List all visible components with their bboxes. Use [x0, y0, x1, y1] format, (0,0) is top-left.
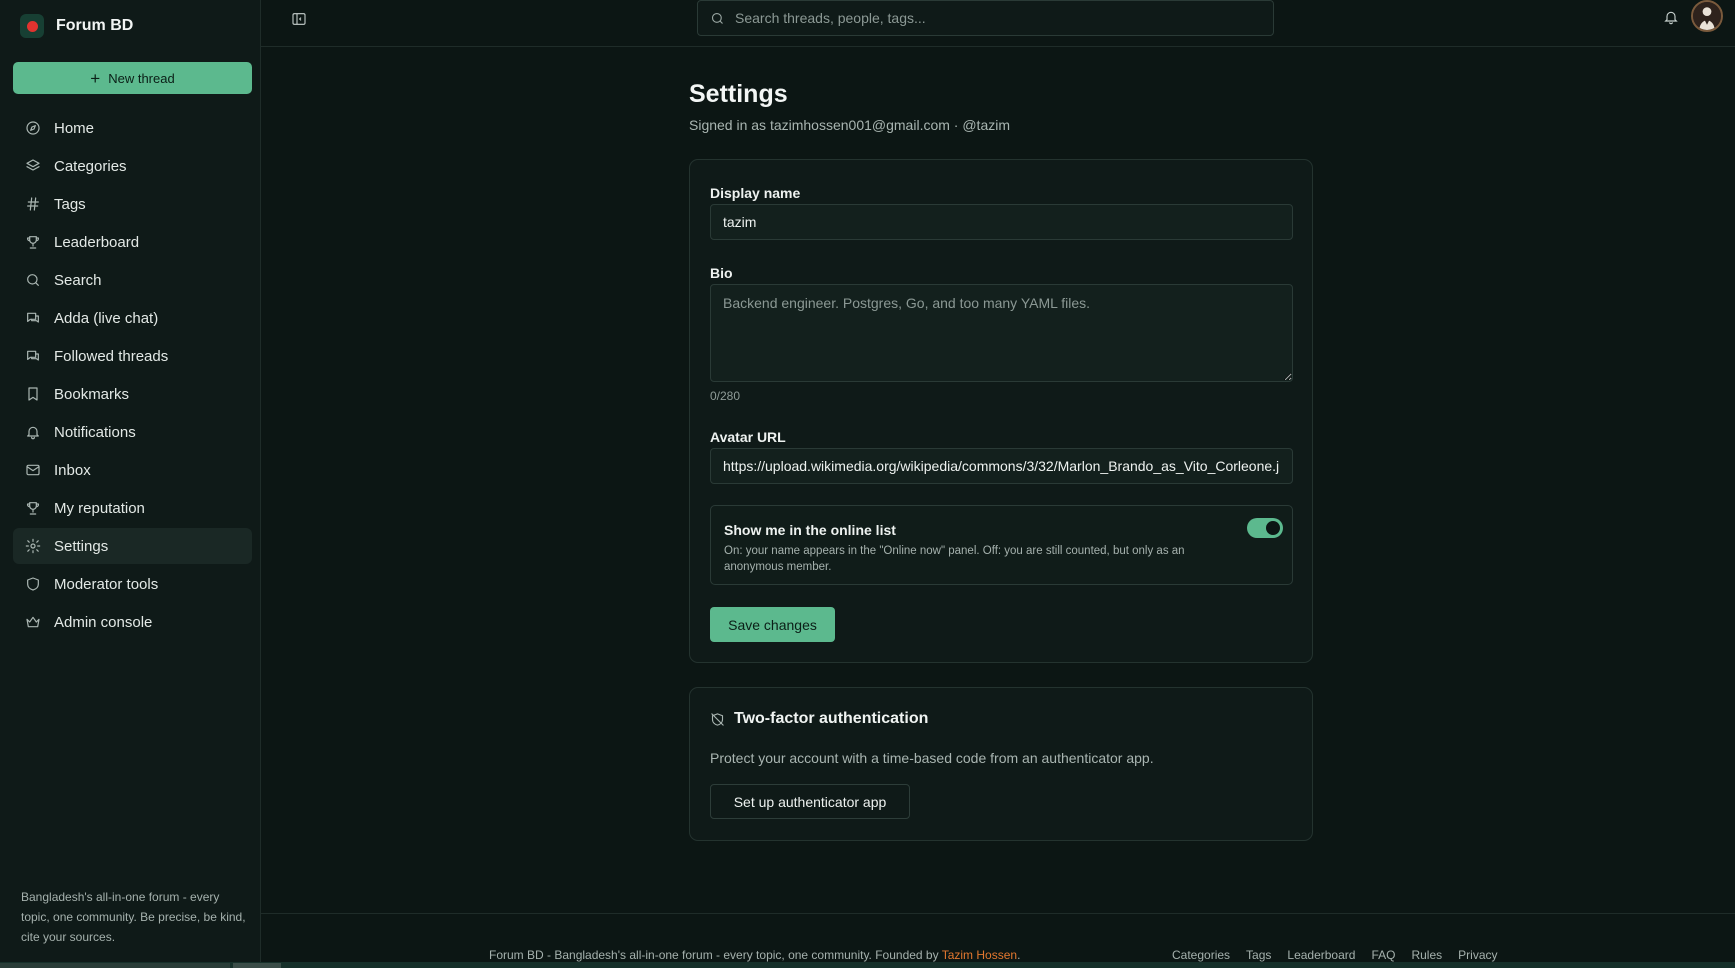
trophy-icon	[26, 236, 40, 249]
search-icon	[711, 12, 723, 24]
bio-counter: 0/280	[710, 389, 741, 403]
shield-icon	[27, 577, 39, 591]
online-list-title: Show me in the online list	[724, 522, 896, 538]
page-footer: Forum BD - Bangladesh's all-in-one forum…	[261, 913, 1735, 968]
sidebar-item-label: Settings	[54, 537, 109, 555]
footer-link-rules[interactable]: Rules	[1411, 948, 1442, 962]
search-icon	[27, 274, 39, 286]
logo-icon	[20, 14, 44, 38]
sidebar-item-label: Categories	[54, 157, 127, 175]
sidebar-item-label: My reputation	[54, 499, 145, 517]
sidebar-item-my-reputation[interactable]: My reputation	[13, 490, 252, 526]
sidebar-item-label: Home	[54, 119, 95, 137]
trophy-icon	[26, 502, 40, 515]
sidebar-item-tags[interactable]: Tags	[13, 186, 252, 222]
brand-name: Forum BD	[56, 17, 134, 34]
crown-icon	[26, 616, 40, 628]
footer-link-tags[interactable]: Tags	[1246, 948, 1271, 962]
sidebar: Forum BD + New thread Home Categories Ta…	[0, 0, 261, 968]
new-thread-button[interactable]: + New thread	[13, 62, 252, 94]
compass-icon	[26, 121, 40, 135]
footer-text-suffix: .	[1017, 948, 1021, 962]
page-title: Settings	[689, 80, 788, 108]
signed-in-text: Signed in as tazimhossen001@gmail.com · …	[689, 117, 1011, 133]
chats-icon	[27, 350, 39, 361]
sidebar-item-bookmarks[interactable]: Bookmarks	[13, 376, 252, 412]
sidebar-item-moderator-tools[interactable]: Moderator tools	[13, 566, 252, 602]
mail-icon	[26, 464, 40, 476]
sidebar-item-label: Admin console	[54, 613, 153, 631]
sidebar-item-inbox[interactable]: Inbox	[13, 452, 252, 488]
sidebar-item-home[interactable]: Home	[13, 110, 252, 146]
footer-link-categories[interactable]: Categories	[1172, 948, 1230, 962]
sidebar-item-label: Bookmarks	[54, 385, 130, 403]
layers-icon	[26, 159, 40, 171]
two-factor-title: Two-factor authentication	[734, 710, 929, 727]
save-changes-button[interactable]: Save changes	[710, 607, 835, 642]
footer-text-prefix: Forum BD - Bangladesh's all-in-one forum…	[489, 948, 942, 962]
bottom-scrollbar[interactable]	[0, 962, 1735, 968]
avatar-url-label: Avatar URL	[710, 429, 786, 445]
sidebar-item-notifications[interactable]: Notifications	[13, 414, 252, 450]
sidebar-item-settings[interactable]: Settings	[13, 528, 252, 564]
bio-field[interactable]	[710, 284, 1293, 382]
user-avatar[interactable]	[1691, 0, 1723, 32]
search-input[interactable]	[735, 10, 1255, 26]
footer-text: Forum BD - Bangladesh's all-in-one forum…	[489, 948, 1020, 962]
chat-icon	[27, 312, 39, 323]
sidebar-item-label: Followed threads	[54, 347, 169, 365]
sidebar-nav: Home Categories Tags Leaderboard Search …	[13, 110, 252, 642]
bio-label: Bio	[710, 265, 733, 281]
two-factor-description: Protect your account with a time-based c…	[710, 750, 1154, 766]
display-name-label: Display name	[710, 185, 801, 201]
sidebar-item-label: Search	[54, 271, 102, 289]
sidebar-item-label: Tags	[54, 195, 86, 213]
footer-links: Categories Tags Leaderboard FAQ Rules Pr…	[1172, 948, 1498, 962]
sidebar-item-categories[interactable]: Categories	[13, 148, 252, 184]
sidebar-item-admin-console[interactable]: Admin console	[13, 604, 252, 640]
founder-link[interactable]: Tazim Hossen	[942, 948, 1017, 962]
sidebar-item-label: Adda (live chat)	[54, 309, 159, 327]
gear-icon	[25, 538, 41, 554]
avatar-url-field[interactable]	[710, 448, 1293, 484]
online-list-toggle[interactable]	[1247, 518, 1283, 538]
new-thread-label: New thread	[108, 70, 175, 86]
footer-link-leaderboard[interactable]: Leaderboard	[1287, 948, 1355, 962]
sidebar-item-leaderboard[interactable]: Leaderboard	[13, 224, 252, 260]
two-factor-card: Two-factor authentication Protect your a…	[689, 687, 1313, 841]
profile-settings-card: Display name Bio 0/280 Avatar URL Show m…	[689, 159, 1313, 663]
sidebar-item-label: Notifications	[54, 423, 136, 441]
sidebar-item-label: Leaderboard	[54, 233, 140, 251]
hash-icon	[27, 197, 39, 211]
plus-icon: +	[90, 68, 101, 88]
display-name-field[interactable]	[710, 204, 1293, 240]
footer-link-faq[interactable]: FAQ	[1371, 948, 1395, 962]
bell-icon	[27, 426, 39, 440]
notifications-bell-icon[interactable]	[1663, 9, 1679, 25]
footer-link-privacy[interactable]: Privacy	[1458, 948, 1497, 962]
setup-authenticator-button[interactable]: Set up authenticator app	[710, 784, 910, 819]
sidebar-item-adda[interactable]: Adda (live chat)	[13, 300, 252, 336]
sidebar-item-followed-threads[interactable]: Followed threads	[13, 338, 252, 374]
bookmark-icon	[28, 387, 38, 401]
online-list-setting: Show me in the online list On: your name…	[710, 505, 1293, 585]
two-factor-header: Two-factor authentication	[710, 710, 928, 728]
sidebar-toggle-icon[interactable]	[291, 11, 307, 27]
sidebar-item-label: Inbox	[54, 461, 91, 479]
sidebar-tagline: Bangladesh's all-in-one forum - every to…	[21, 890, 246, 944]
sidebar-item-search[interactable]: Search	[13, 262, 252, 298]
online-list-description: On: your name appears in the "Online now…	[724, 545, 1185, 573]
top-bar	[261, 0, 1735, 47]
sidebar-item-label: Moderator tools	[54, 575, 159, 593]
brand[interactable]: Forum BD	[20, 14, 133, 38]
search-bar[interactable]	[697, 0, 1274, 36]
shield-off-icon	[711, 712, 724, 726]
